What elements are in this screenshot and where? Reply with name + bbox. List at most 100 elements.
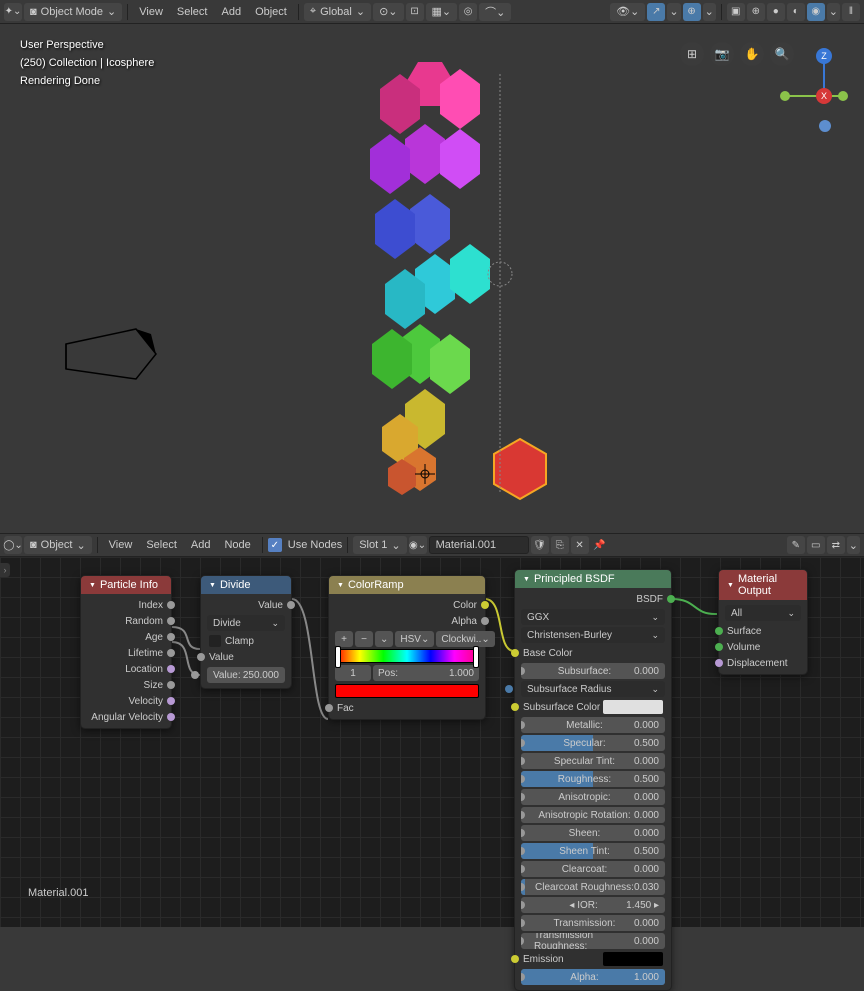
axis-y-neg[interactable]: [780, 91, 790, 101]
operation-dropdown[interactable]: Divide: [207, 615, 285, 631]
shader-type-dropdown[interactable]: ◙Object⌄: [24, 536, 92, 554]
shading-wireframe[interactable]: ⊕: [747, 3, 765, 21]
target-dropdown[interactable]: All: [725, 605, 801, 621]
param-slider[interactable]: Sheen Tint:0.500: [521, 843, 665, 859]
direction-dropdown[interactable]: Clockwi.. ⌄: [436, 631, 494, 647]
interp-dropdown[interactable]: HSV ⌄: [395, 631, 434, 647]
shading-solid[interactable]: ●: [767, 3, 785, 21]
gizmo-dropdown[interactable]: ⌄: [667, 3, 680, 21]
menu-view[interactable]: View: [133, 3, 169, 21]
overlay-toggle[interactable]: ⊕: [683, 3, 701, 21]
grease-pencil-icon[interactable]: ✎: [787, 536, 805, 554]
param-slider[interactable]: Specular Tint:0.000: [521, 753, 665, 769]
menu-add[interactable]: Add: [215, 3, 247, 21]
node-header[interactable]: Material Output: [719, 570, 807, 600]
param-slider[interactable]: Metallic:0.000: [521, 717, 665, 733]
mode-dropdown[interactable]: ◙Object Mode⌄: [24, 3, 122, 21]
arrange-icon[interactable]: ⇄: [827, 536, 845, 554]
param-slider[interactable]: Sheen:0.000: [521, 825, 665, 841]
node-math-divide[interactable]: Divide Value Divide Clamp Value Value:25…: [200, 575, 292, 689]
slot-dropdown[interactable]: Slot 1⌄: [353, 536, 406, 554]
shading-rendered[interactable]: ◉: [807, 3, 825, 21]
param-slider[interactable]: Transmission Roughness:0.000: [521, 933, 665, 949]
param-slider[interactable]: Clearcoat Roughness:0.030: [521, 879, 665, 895]
snap-toggle[interactable]: ⊡: [406, 3, 424, 21]
material-browse-icon[interactable]: ◉⌄: [409, 536, 427, 554]
gizmo-toggle[interactable]: ↗: [647, 3, 665, 21]
color-input[interactable]: Subsurface Color: [515, 699, 671, 715]
menu-add[interactable]: Add: [185, 536, 217, 554]
menu-object[interactable]: Object: [249, 3, 293, 21]
visibility-dropdown[interactable]: 👁⌄: [610, 3, 645, 21]
close-icon[interactable]: ✕: [571, 536, 589, 554]
clamp-checkbox[interactable]: Clamp: [201, 633, 291, 649]
shield-icon[interactable]: 🛡: [531, 536, 549, 554]
3d-viewport[interactable]: User Perspective (250) Collection | Icos…: [0, 24, 864, 533]
param-slider[interactable]: Anisotropic Rotation:0.000: [521, 807, 665, 823]
param-slider[interactable]: Transmission:0.000: [521, 915, 665, 931]
menu-select[interactable]: Select: [171, 3, 214, 21]
node-header[interactable]: Principled BSDF: [515, 570, 671, 588]
distribution-dropdown[interactable]: GGX: [521, 609, 665, 625]
proportional-dropdown[interactable]: ⌒⌄: [479, 3, 511, 21]
proportional-toggle[interactable]: ◎: [459, 3, 477, 21]
node-particle-info[interactable]: Particle Info IndexRandomAgeLifetimeLoca…: [80, 575, 172, 729]
expand-sidebar-tab[interactable]: ›: [0, 563, 10, 577]
gradient-stop[interactable]: [335, 646, 341, 668]
menu-select[interactable]: Select: [140, 536, 183, 554]
node-material-output[interactable]: Material Output All SurfaceVolumeDisplac…: [718, 569, 808, 675]
sss-method-dropdown[interactable]: Christensen-Burley: [521, 627, 665, 643]
output-socket: Velocity: [81, 693, 171, 709]
backdrop-icon[interactable]: ▭: [807, 536, 825, 554]
collection-label: (250) Collection | Icosphere: [20, 54, 154, 72]
xray-toggle[interactable]: ▣: [727, 3, 745, 21]
pivot-dropdown[interactable]: ⊙⌄: [373, 3, 403, 21]
use-nodes-checkbox[interactable]: ✓: [268, 538, 282, 552]
pin-icon[interactable]: 📌: [591, 536, 609, 554]
snap-dropdown[interactable]: ▦⌄: [426, 3, 458, 21]
ramp-menu-dropdown[interactable]: ⌄: [375, 631, 393, 647]
color-input[interactable]: Emission: [515, 951, 671, 967]
param-slider[interactable]: Clearcoat:0.000: [521, 861, 665, 877]
param-slider[interactable]: ◂ IOR:1.450 ▸: [521, 897, 665, 913]
menu-node[interactable]: Node: [218, 536, 256, 554]
remove-stop-button[interactable]: −: [355, 631, 373, 647]
value-field[interactable]: Value:250.000: [207, 667, 285, 683]
axis-x[interactable]: X: [816, 88, 832, 104]
node-colorramp[interactable]: ColorRamp Color Alpha + − ⌄ HSV ⌄ Clockw…: [328, 575, 486, 720]
axis-y-pos[interactable]: [838, 91, 848, 101]
editor-type-icon[interactable]: ✦⌄: [4, 3, 22, 21]
pause-icon[interactable]: ‖: [842, 3, 860, 21]
gradient-bar[interactable]: [335, 649, 479, 663]
node-editor[interactable]: › Particle Info IndexRandomAgeLifetimeLo…: [0, 557, 864, 927]
zoom-camera-icon[interactable]: ⊞: [680, 42, 704, 66]
editor-type-icon[interactable]: ◯⌄: [4, 536, 22, 554]
shading-lookdev[interactable]: ◐: [787, 3, 805, 21]
add-stop-button[interactable]: +: [335, 631, 353, 647]
param-slider[interactable]: Anisotropic:0.000: [521, 789, 665, 805]
material-name-input[interactable]: [429, 536, 529, 554]
node-header[interactable]: Particle Info: [81, 576, 171, 594]
node-header[interactable]: Divide: [201, 576, 291, 594]
overlay-dropdown[interactable]: ⌄: [703, 3, 716, 21]
gradient-stop[interactable]: [473, 646, 479, 668]
orientation-dropdown[interactable]: ⌖Global⌄: [304, 3, 371, 21]
pan-icon[interactable]: ✋: [740, 42, 764, 66]
axis-z[interactable]: Z: [816, 48, 832, 64]
camera-view-icon[interactable]: 📷: [710, 42, 734, 66]
options-dropdown[interactable]: ⌄: [847, 536, 860, 554]
param-slider[interactable]: Specular:0.500: [521, 735, 665, 751]
menu-view[interactable]: View: [103, 536, 139, 554]
node-header[interactable]: ColorRamp: [329, 576, 485, 594]
param-slider[interactable]: Roughness:0.500: [521, 771, 665, 787]
stop-color-swatch[interactable]: [335, 684, 479, 698]
stop-position-field[interactable]: Pos:1.000: [373, 665, 479, 681]
param-slider[interactable]: Subsurface:0.000: [521, 663, 665, 679]
param-slider[interactable]: Alpha:1.000: [521, 969, 665, 985]
duplicate-icon[interactable]: ⎘: [551, 536, 569, 554]
axis-navigation-gizmo[interactable]: Z X: [776, 48, 846, 128]
node-principled-bsdf[interactable]: Principled BSDF BSDF GGX Christensen-Bur…: [514, 569, 672, 991]
axis-z-neg[interactable]: [819, 120, 831, 132]
param-dropdown[interactable]: Subsurface Radius: [521, 681, 665, 697]
shading-dropdown[interactable]: ⌄: [827, 3, 840, 21]
